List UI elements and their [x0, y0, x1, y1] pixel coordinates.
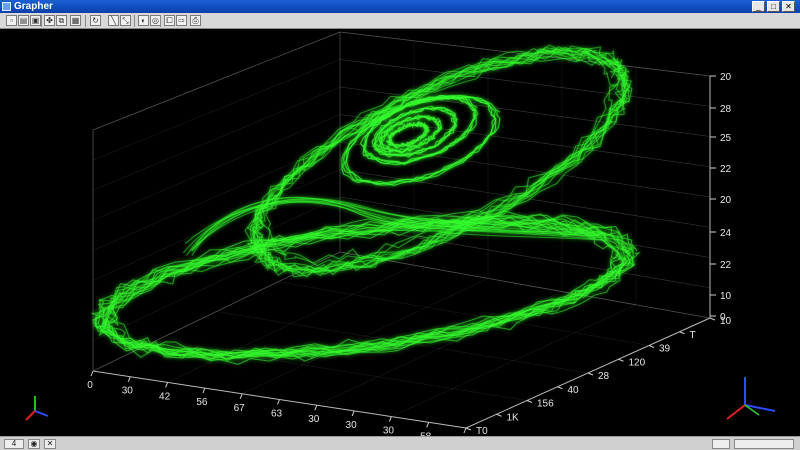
maximize-button[interactable]: □ — [767, 1, 780, 12]
z-tick-label: 10 — [720, 291, 732, 302]
y-tick-label: 40 — [568, 385, 580, 396]
measure-icon[interactable]: ⤡ — [120, 15, 131, 26]
rotate-icon[interactable]: ↻ — [90, 15, 101, 26]
y-tick-label: 39 — [659, 344, 671, 355]
close-button[interactable]: ✕ — [782, 1, 795, 12]
open-icon[interactable]: ▤ — [18, 15, 29, 26]
grapher-window: Grapher _ □ ✕ ▫ ▤ ▣ ✤ ⧉ ▦ ↻ ╲ ⤡ ◐ ◎ ⧠ ⇨ ⎙ 20 28 25 22 20 2… — [0, 0, 800, 450]
x-tick-label: 56 — [196, 397, 208, 408]
y-tick-label: 120 — [629, 357, 646, 368]
save-icon[interactable]: ▣ — [30, 15, 41, 26]
z-axis: 20282522202422100 — [710, 72, 732, 323]
toolbar-separator — [134, 15, 135, 27]
tools-icon[interactable]: ✤ — [44, 15, 55, 26]
window-title: Grapher — [14, 1, 53, 12]
axis-gizmo-right-icon — [726, 377, 776, 420]
y-tick-label: 1K — [507, 412, 520, 423]
z-tick-label: 20 — [720, 195, 732, 206]
plot-canvas[interactable]: 20282522202422100 03042566763303030580 1… — [0, 29, 800, 448]
plot-3d[interactable]: 20282522202422100 03042566763303030580 1… — [0, 29, 800, 448]
y-tick-label: T — [690, 330, 696, 341]
status-panel — [734, 439, 794, 449]
y-tick-label: 10 — [720, 316, 732, 327]
app-icon — [2, 2, 11, 11]
y-axis: 10 T 39 120 28 40 156 1K T0 — [465, 316, 732, 437]
status-bar: 4 ◉ ✕ — [0, 436, 800, 450]
export-icon[interactable]: ⇨ — [176, 15, 187, 26]
status-item[interactable]: ◉ — [28, 439, 40, 449]
minimize-button[interactable]: _ — [752, 1, 765, 12]
x-tick-label: 30 — [308, 414, 320, 425]
toolbar: ▫ ▤ ▣ ✤ ⧉ ▦ ↻ ╲ ⤡ ◐ ◎ ⧠ ⇨ ⎙ — [0, 13, 800, 29]
status-panel — [712, 439, 730, 449]
y-tick-label: 156 — [537, 399, 554, 410]
title-bar: Grapher _ □ ✕ — [0, 0, 800, 13]
z-tick-label: 20 — [720, 72, 732, 83]
x-axis: 03042566763303030580 — [87, 370, 467, 448]
x-tick-label: 63 — [271, 409, 283, 420]
pan-icon[interactable]: ◐ — [138, 15, 149, 26]
new-icon[interactable]: ▫ — [6, 15, 17, 26]
duplicate-icon[interactable]: ⧉ — [56, 15, 67, 26]
status-item[interactable]: 4 — [4, 439, 24, 449]
x-tick-label: 42 — [159, 391, 171, 402]
x-tick-label: 30 — [122, 386, 134, 397]
toolbar-separator — [85, 15, 86, 27]
x-tick-label: 30 — [383, 426, 395, 436]
status-item[interactable]: ✕ — [44, 439, 56, 449]
copy-icon[interactable]: ⧠ — [164, 15, 175, 26]
print-icon[interactable]: ⎙ — [190, 15, 201, 26]
image-icon[interactable]: ▦ — [70, 15, 81, 26]
toolbar-separator — [160, 15, 161, 27]
z-tick-label: 28 — [720, 104, 732, 115]
x-tick-label: 0 — [87, 380, 93, 391]
line-icon[interactable]: ╲ — [108, 15, 119, 26]
z-tick-label: 25 — [720, 133, 732, 144]
x-tick-label: 67 — [234, 403, 246, 414]
z-tick-label: 22 — [720, 260, 732, 271]
z-tick-label: 24 — [720, 228, 732, 239]
y-tick-label: 28 — [598, 371, 610, 382]
axis-gizmo-left-icon — [25, 396, 49, 421]
y-tick-label: T0 — [476, 426, 488, 436]
x-tick-label: 30 — [346, 420, 358, 431]
attractor-trace — [91, 44, 641, 365]
z-tick-label: 22 — [720, 164, 732, 175]
toolbar-separator — [41, 15, 42, 27]
